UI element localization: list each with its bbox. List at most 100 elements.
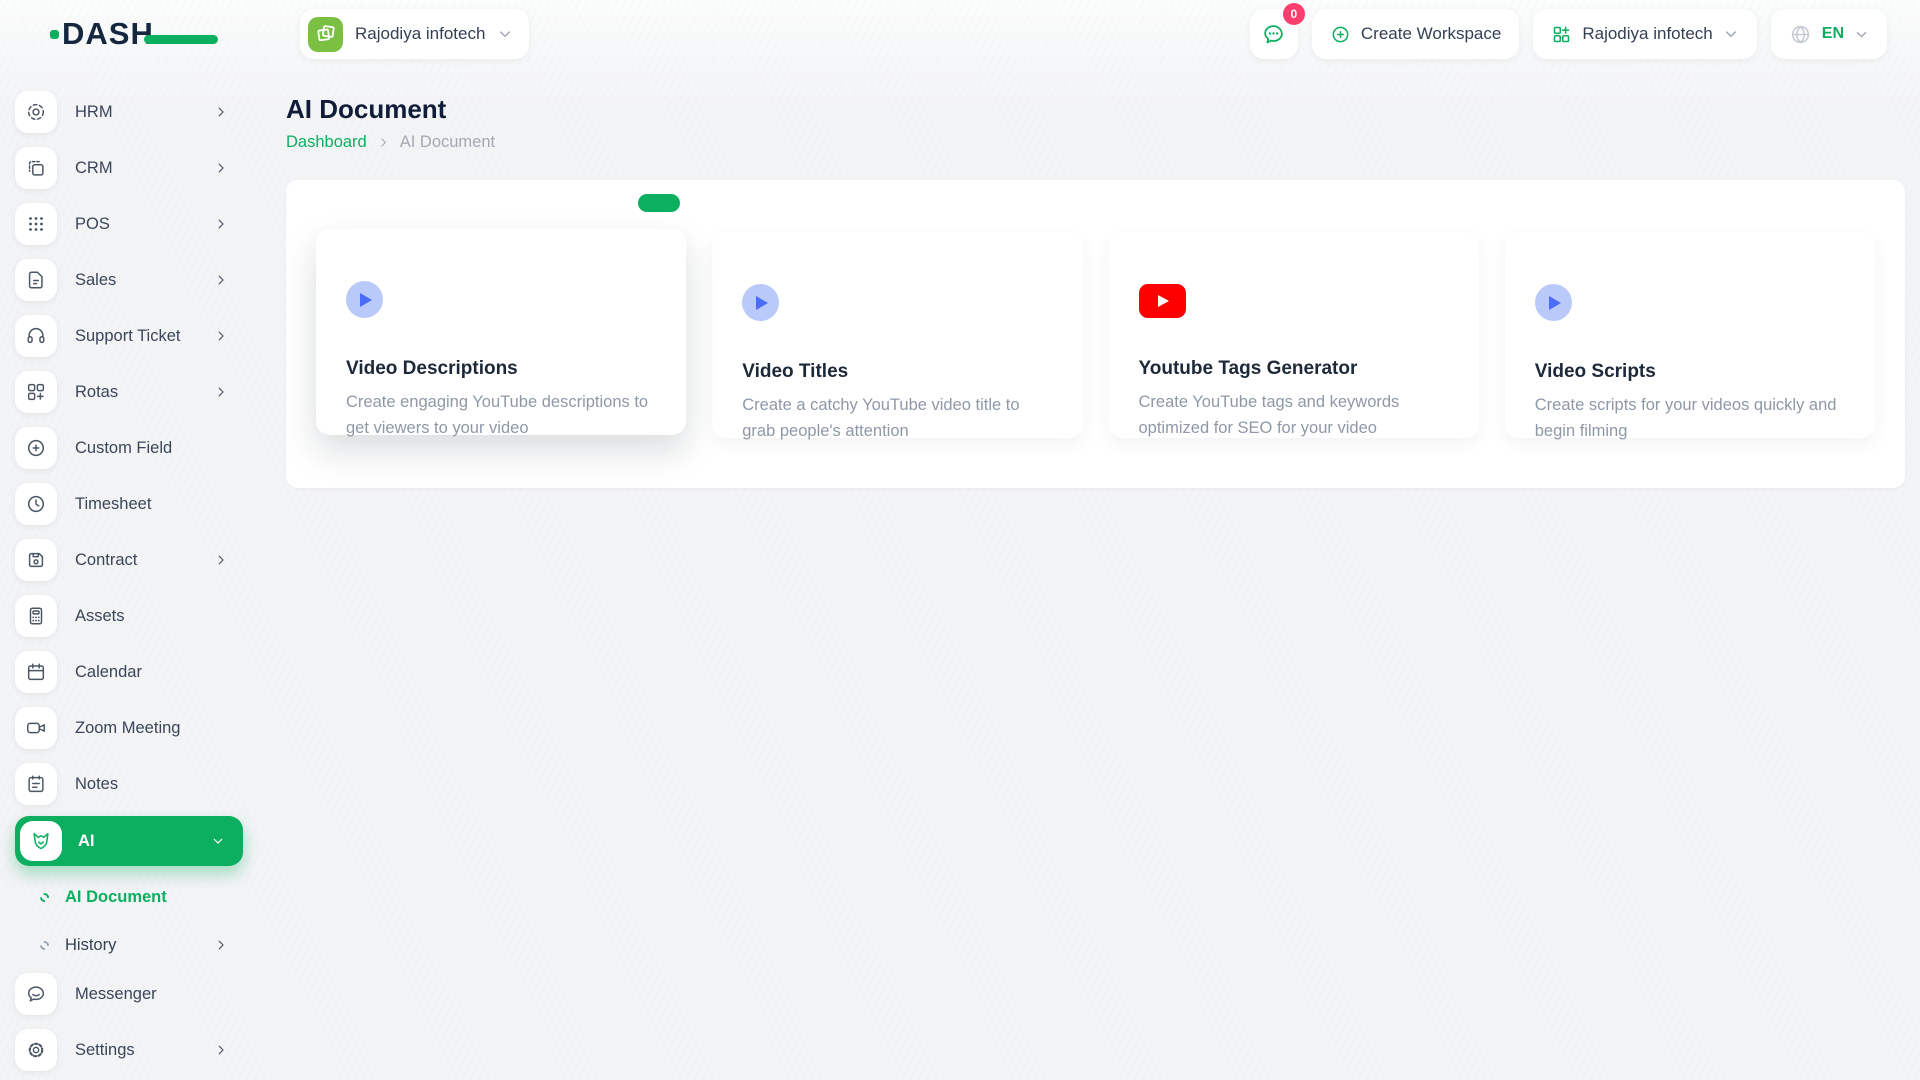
create-workspace-button[interactable]: Create Workspace (1311, 9, 1520, 59)
card-icon (742, 284, 780, 321)
sidebar-item-label: Support Ticket (75, 326, 181, 345)
sidebar-item[interactable]: CRM (15, 144, 260, 192)
grid-plus-icon (1551, 24, 1572, 45)
main-content: AI Document Dashboard AI Document Video … (260, 68, 1920, 1080)
sidebar-item-label: Zoom Meeting (75, 718, 181, 737)
chevron-icon (214, 329, 228, 343)
sidebar-item-icon (15, 539, 57, 581)
workspace-dropdown[interactable]: Rajodiya infotech (1533, 9, 1757, 59)
header-actions: 0 Create Workspace Rajodiya infotech EN (1249, 3, 1887, 59)
sidebar-item[interactable]: Rotas (15, 368, 260, 416)
chevron-down-icon (1723, 26, 1739, 42)
sidebar-item-icon (15, 371, 57, 413)
sidebar-item[interactable]: Settings (15, 1026, 260, 1074)
sidebar-item[interactable]: Custom Field (15, 424, 260, 472)
sidebar-item[interactable]: Timesheet (15, 480, 260, 528)
breadcrumb-dashboard-link[interactable]: Dashboard (286, 133, 367, 152)
sidebar-item-icon (15, 427, 57, 469)
card-title: Youtube Tags Generator (1138, 358, 1358, 379)
sidebar-item-icon (20, 821, 62, 861)
sidebar-item-label: Assets (75, 606, 125, 625)
category-tab[interactable] (536, 194, 578, 212)
chat-count-badge: 0 (1282, 3, 1305, 25)
workspace-avatar-icon (308, 16, 343, 52)
create-workspace-label: Create Workspace (1360, 24, 1502, 43)
sidebar-item-icon (15, 707, 57, 749)
sidebar-item-icon (15, 973, 57, 1015)
sidebar-item[interactable]: Messenger (15, 970, 260, 1018)
sidebar-item[interactable]: Contract (15, 536, 260, 584)
sidebar: HRM CRM POS Sales Support Ticket Rotas C… (0, 68, 260, 1080)
card-description: Create YouTube tags and keywords optimiz… (1138, 393, 1400, 437)
breadcrumb-current: AI Document (399, 133, 496, 151)
workspace-switcher[interactable]: Rajodiya infotech (300, 9, 530, 59)
sidebar-item-icon (15, 147, 57, 189)
chevron-icon (214, 217, 228, 231)
breadcrumb: Dashboard AI Document (286, 133, 1905, 152)
sidebar-item-label: AI Document (65, 887, 167, 906)
category-tab[interactable] (383, 194, 425, 212)
category-tab[interactable] (638, 194, 680, 212)
sidebar-item[interactable]: Zoom Meeting (15, 704, 260, 752)
sidebar-item-icon (15, 763, 57, 805)
chat-icon (1261, 22, 1286, 47)
sidebar-item[interactable]: Support Ticket (15, 312, 260, 360)
sidebar-item-icon (15, 203, 57, 245)
sub-item-bullet-icon (40, 940, 49, 950)
template-card[interactable]: Video Descriptions Create engaging YouTu… (316, 229, 687, 437)
card-title: Video Descriptions (346, 358, 518, 379)
chevron-icon (214, 938, 228, 952)
chevron-icon (214, 105, 228, 119)
sub-item-bullet-icon (40, 892, 49, 902)
sidebar-item-icon (15, 651, 57, 693)
globe-icon (1789, 23, 1812, 46)
workspace-dropdown-label: Rajodiya infotech (1582, 24, 1713, 43)
sidebar-item-label: Rotas (75, 382, 119, 401)
sidebar-item-label: CRM (75, 158, 113, 177)
plus-circle-icon (1330, 24, 1351, 45)
sidebar-item-label: POS (75, 214, 110, 233)
card-description: Create a catchy YouTube video title to g… (742, 396, 1020, 440)
sidebar-item[interactable]: HRM (15, 88, 260, 136)
sidebar-item[interactable]: Assets (15, 592, 260, 640)
category-tab[interactable] (434, 194, 476, 212)
sidebar-item[interactable]: AI Document (15, 874, 260, 920)
sidebar-item[interactable]: Notes (15, 760, 260, 808)
sidebar-item-icon (15, 1029, 57, 1071)
language-code: EN (1821, 25, 1844, 42)
template-card[interactable]: Youtube Tags Generator Create YouTube ta… (1108, 232, 1479, 438)
category-tab[interactable] (587, 194, 629, 212)
logo-text: DASH (62, 16, 154, 51)
logo-dot (50, 30, 59, 39)
sidebar-item[interactable]: AI (15, 816, 243, 866)
chevron-right-icon (377, 136, 390, 149)
chevron-icon (214, 161, 228, 175)
category-tabs (316, 194, 1875, 212)
card-icon (1534, 284, 1572, 321)
sidebar-item-label: AI (78, 831, 95, 850)
workspace-name: Rajodiya infotech (355, 24, 486, 43)
category-tab[interactable] (485, 194, 527, 212)
template-card[interactable]: Video Titles Create a catchy YouTube vid… (712, 232, 1083, 440)
sidebar-item-label: Calendar (75, 662, 142, 681)
chat-button[interactable]: 0 (1249, 3, 1305, 59)
sidebar-item-label: Timesheet (75, 494, 152, 513)
sidebar-item-label: History (65, 935, 117, 954)
sidebar-item[interactable]: Calendar (15, 648, 260, 696)
sidebar-item[interactable]: POS (15, 200, 260, 248)
app-logo[interactable]: DASH (50, 16, 218, 52)
sidebar-item[interactable]: History (15, 922, 260, 968)
sidebar-item-label: Custom Field (75, 438, 173, 457)
language-dropdown[interactable]: EN (1770, 9, 1887, 59)
template-card[interactable]: Video Scripts Create scripts for your vi… (1504, 232, 1875, 440)
category-tab[interactable] (689, 194, 731, 212)
page-title: AI Document (286, 94, 447, 124)
card-icon (1138, 284, 1186, 318)
sidebar-item-icon (15, 315, 57, 357)
card-icon (346, 281, 383, 318)
card-title: Video Titles (742, 361, 849, 382)
category-tab[interactable] (332, 194, 374, 212)
sidebar-item[interactable]: Sales (15, 256, 260, 304)
chevron-down-icon (1854, 27, 1869, 42)
sidebar-item-label: Contract (75, 550, 138, 569)
